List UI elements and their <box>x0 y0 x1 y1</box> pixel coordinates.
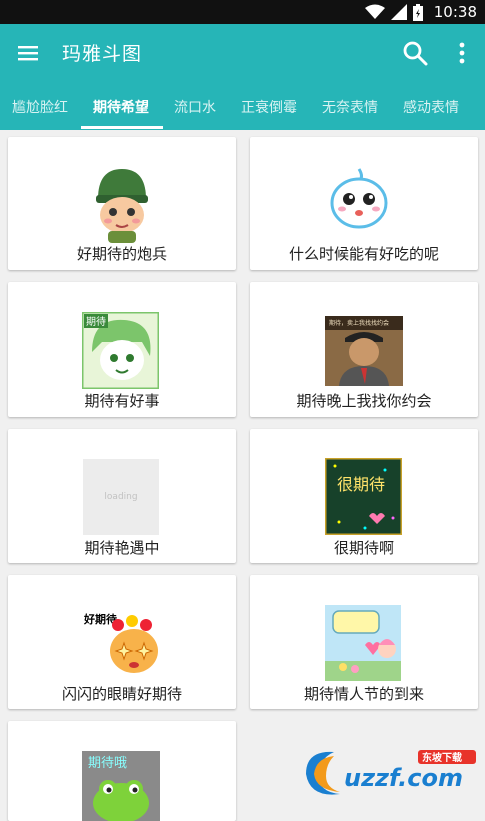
sticker-caption: 好期待的炮兵 <box>76 245 167 263</box>
tab-touched[interactable]: 感动表情 <box>403 97 459 117</box>
menu-icon[interactable] <box>16 41 40 65</box>
sticker-card[interactable]: 好期待 闪闪的眼睛好期待 <box>8 575 236 709</box>
old-man-photo-image: 期待，卖上我找找约会 <box>325 316 403 386</box>
frog-sticker-image: 期待哦 <box>82 751 160 821</box>
loading-placeholder: loading <box>83 459 159 535</box>
sticker-caption: 闪闪的眼睛好期待 <box>61 685 182 703</box>
more-options-icon[interactable] <box>452 40 472 66</box>
sticker-card[interactable]: loading 期待艳遇中 <box>8 429 236 563</box>
thumb-text: 很期待 <box>337 475 385 494</box>
status-bar: 10:38 <box>0 0 485 24</box>
thumb-text: 期待哦 <box>88 756 127 771</box>
uzzf-watermark-logo: 东坡下载 uzzf.com <box>306 750 476 795</box>
sticker-card[interactable]: 什么时候能有好吃的呢 <box>250 137 478 270</box>
active-tab-indicator <box>81 126 163 129</box>
sticker-caption: 期待情人节的到来 <box>303 685 424 703</box>
app-title: 玛雅斗图 <box>62 43 143 65</box>
category-tabs: 尴尬脸红 期待希望 流口水 正衰倒霉 无奈表情 感动表情 <box>0 82 485 130</box>
thumb-text: 期待 <box>86 315 106 328</box>
anime-girl-sticker-image: 期待 <box>82 312 159 389</box>
clock: 10:38 <box>433 3 477 21</box>
tab-drooling[interactable]: 流口水 <box>174 97 216 117</box>
watermark-brand: uzzf.com <box>344 764 463 792</box>
sticker-card[interactable]: 期待哦 <box>8 721 236 821</box>
sticker-caption: 期待有好事 <box>84 392 160 410</box>
soldier-sticker-image <box>96 169 148 243</box>
tab-awkward-blush[interactable]: 尴尬脸红 <box>12 97 68 117</box>
valentine-sticker-image <box>325 605 401 681</box>
sticker-card[interactable]: 期待情人节的到来 <box>250 575 478 709</box>
sticker-card[interactable]: 期待 期待有好事 <box>8 282 236 417</box>
sticker-caption: 期待晚上我找你约会 <box>296 392 432 410</box>
tab-helpless[interactable]: 无奈表情 <box>322 97 378 117</box>
sticker-card[interactable]: 很期待 很期待啊 <box>250 429 478 563</box>
watermark-tag: 东坡下载 <box>422 751 462 764</box>
status-icons <box>365 3 423 21</box>
thumb-text: 期待，卖上我找找约会 <box>329 319 389 327</box>
thumb-text: 好期待 <box>83 612 117 626</box>
sticker-caption: 期待艳遇中 <box>84 539 160 557</box>
wifi-icon <box>365 4 385 19</box>
sticker-card[interactable]: 好期待的炮兵 <box>8 137 236 270</box>
sparkly-eyes-sticker-image: 好期待 <box>83 612 158 673</box>
chalkboard-sticker-image: 很期待 <box>325 458 402 535</box>
search-icon[interactable] <box>402 40 428 66</box>
bubble-sticker-image <box>330 168 388 229</box>
sticker-card[interactable]: 期待，卖上我找找约会 期待晚上我找你约会 <box>250 282 478 417</box>
sticker-caption: 什么时候能有好吃的呢 <box>288 245 439 263</box>
battery-icon <box>413 3 423 21</box>
tab-expect-hope[interactable]: 期待希望 <box>93 97 149 117</box>
sticker-caption: 很期待啊 <box>333 539 394 557</box>
tab-bad-luck[interactable]: 正衰倒霉 <box>241 97 297 117</box>
signal-icon <box>391 4 407 20</box>
app-bar: 玛雅斗图 <box>0 24 485 82</box>
